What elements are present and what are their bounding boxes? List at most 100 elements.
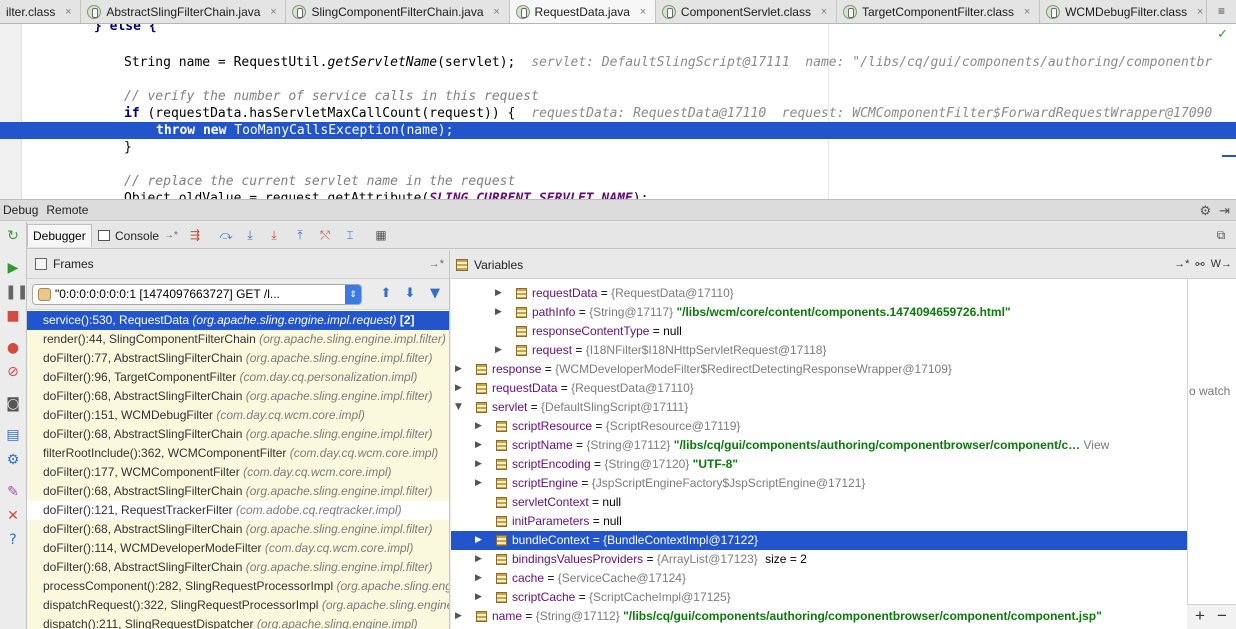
show-execution-point-icon[interactable]: ⇶ xyxy=(187,228,203,243)
variable-row[interactable]: servletContext = null xyxy=(451,493,1187,512)
frame-item[interactable]: doFilter():151, WCMDebugFilter (com.day.… xyxy=(27,406,449,425)
tab-console[interactable]: Console →* xyxy=(93,224,183,247)
variables-pin[interactable]: →* xyxy=(1174,258,1189,271)
drop-frame-icon[interactable]: ⤲ xyxy=(317,228,333,243)
stop-icon[interactable]: ■ xyxy=(5,308,21,324)
gear-icon[interactable]: ⚙ xyxy=(1199,203,1211,219)
frame-item[interactable]: doFilter():68, AbstractSlingFilterChain … xyxy=(27,558,449,577)
frame-item[interactable]: doFilter():68, AbstractSlingFilterChain … xyxy=(27,482,449,501)
variable-row[interactable]: responseContentType = null xyxy=(451,322,1187,341)
editor-tab[interactable]: SlingComponentFilterChain.java × xyxy=(286,0,510,23)
variable-row[interactable]: ▼ servlet = {DefaultSlingScript@17111} xyxy=(451,398,1187,417)
frame-item[interactable]: dispatch():211, SlingRequestDispatcher (… xyxy=(27,615,449,629)
frame-item[interactable]: doFilter():68, AbstractSlingFilterChain … xyxy=(27,425,449,444)
close-tab-icon[interactable]: × xyxy=(1021,6,1033,18)
variable-row[interactable]: ▶ scriptEngine = {JspScriptEngineFactory$… xyxy=(451,474,1187,493)
expand-arrow-icon[interactable]: ▶ xyxy=(495,303,505,322)
frame-item[interactable]: doFilter():121, RequestTrackerFilter (co… xyxy=(27,501,449,520)
editor-tab[interactable]: AbstractSlingFilterChain.java × xyxy=(81,0,287,23)
expand-arrow-icon[interactable]: ▶ xyxy=(495,284,505,303)
view-link[interactable]: View xyxy=(1083,438,1109,452)
expand-arrow-icon[interactable]: ▶ xyxy=(455,360,465,379)
close-tab-icon[interactable]: × xyxy=(637,6,649,18)
frames-pin[interactable]: →* xyxy=(429,258,444,270)
frame-item[interactable]: processComponent():282, SlingRequestProc… xyxy=(27,577,449,596)
variable-row[interactable]: ▶ bindingsValuesProviders = {ArrayList@17… xyxy=(451,550,1187,569)
frame-item[interactable]: filterRootInclude():362, WCMComponentFil… xyxy=(27,444,449,463)
scrollbar-marker[interactable] xyxy=(1222,155,1236,157)
variable-row[interactable]: ▶ scriptResource = {ScriptResource@17119} xyxy=(451,417,1187,436)
expand-arrow-icon[interactable]: ▶ xyxy=(475,588,485,607)
expand-arrow-icon[interactable]: ▶ xyxy=(475,436,485,455)
variable-row[interactable]: ▶ scriptName = {String@17112} "/libs/cq/g… xyxy=(451,436,1187,455)
run-to-cursor-icon[interactable]: ⌶ xyxy=(342,228,358,243)
layout-icon[interactable]: ▤ xyxy=(5,427,21,443)
editor-tab[interactable]: RequestData.java × xyxy=(509,0,656,23)
add-watch-button[interactable]: + xyxy=(1195,606,1205,626)
editor-tab[interactable]: TargetComponentFilter.class × xyxy=(837,0,1041,23)
step-over-icon[interactable]: ⤼ xyxy=(218,228,234,243)
close-icon[interactable]: ✕ xyxy=(5,508,21,524)
settings-icon[interactable]: ⚙ xyxy=(5,452,21,468)
watches-icon[interactable]: ⚯ xyxy=(1195,258,1204,271)
expand-arrow-icon[interactable]: ▶ xyxy=(475,569,485,588)
variable-row[interactable]: ▶ scriptEncoding = {String@17120} "UTF-8" xyxy=(451,455,1187,474)
frame-item[interactable]: doFilter():77, AbstractSlingFilterChain … xyxy=(27,349,449,368)
expand-arrow-icon[interactable]: ▶ xyxy=(455,379,465,398)
variable-row[interactable]: ▶ requestData = {RequestData@17110} xyxy=(451,284,1187,303)
resume-icon[interactable]: ▶ xyxy=(5,260,21,276)
code-editor[interactable]: } else { String name = RequestUtil.getSe… xyxy=(0,24,1236,199)
step-into-icon[interactable]: ⤓ xyxy=(242,228,258,243)
expand-arrow-icon[interactable]: ▶ xyxy=(455,607,465,626)
watches-tab[interactable]: W→ xyxy=(1211,258,1232,271)
evaluate-expression-icon[interactable]: ▦ xyxy=(373,228,389,243)
variable-row[interactable]: ▶ requestData = {RequestData@17110} xyxy=(451,379,1187,398)
expand-arrow-icon[interactable]: ▶ xyxy=(475,474,485,493)
variable-row[interactable]: ▶ cache = {ServiceCache@17124} xyxy=(451,569,1187,588)
expand-arrow-icon[interactable]: ▶ xyxy=(475,455,485,474)
editor-tab[interactable]: ComponentServlet.class × xyxy=(656,0,837,23)
camera-icon[interactable]: ◙ xyxy=(5,396,21,412)
variable-row[interactable]: ▶ request = {I18NFilter$I18NHttpServletRe… xyxy=(451,341,1187,360)
pin-icon[interactable]: ✎ xyxy=(5,484,21,500)
remove-watch-button[interactable]: − xyxy=(1217,606,1227,626)
run-config-tab[interactable]: Remote xyxy=(46,203,88,217)
editor-tab[interactable]: WCMDebugFilter.class × xyxy=(1040,0,1214,23)
collapse-arrow-icon[interactable]: ▼ xyxy=(455,398,465,417)
arrow-down-icon[interactable]: ⬇ xyxy=(402,286,418,302)
tab-console-pin[interactable]: →* xyxy=(164,230,178,241)
expand-arrow-icon[interactable]: ▶ xyxy=(475,531,485,550)
expand-arrow-icon[interactable]: ▶ xyxy=(495,341,505,360)
frame-item[interactable]: service():530, RequestData (org.apache.s… xyxy=(27,311,449,330)
tab-overflow-button[interactable]: ≡ xyxy=(1206,0,1236,23)
close-tab-icon[interactable]: × xyxy=(267,6,279,18)
rerun-icon[interactable]: ↻ xyxy=(5,228,21,244)
variable-row[interactable]: ▶ bundleContext = {BundleContextImpl@1712… xyxy=(451,531,1187,550)
arrow-up-icon[interactable]: ⬆ xyxy=(378,286,394,302)
chevron-down-icon[interactable]: ⇕ xyxy=(345,285,361,304)
frame-item[interactable]: doFilter():96, TargetComponentFilter (co… xyxy=(27,368,449,387)
frame-item[interactable]: doFilter():114, WCMDeveloperModeFilter (… xyxy=(27,539,449,558)
step-out-icon[interactable]: ⤒ xyxy=(292,228,308,243)
frame-item[interactable]: doFilter():177, WCMComponentFilter (com.… xyxy=(27,463,449,482)
close-tab-icon[interactable]: × xyxy=(1194,6,1206,18)
expand-arrow-icon[interactable]: ▶ xyxy=(475,550,485,569)
close-tab-icon[interactable]: × xyxy=(491,6,503,18)
variable-row[interactable]: ▶ name = {String@17112} "/libs/cq/gui/com… xyxy=(451,607,1187,626)
close-tab-icon[interactable]: × xyxy=(818,6,830,18)
frame-item[interactable]: doFilter():68, AbstractSlingFilterChain … xyxy=(27,520,449,539)
pause-icon[interactable]: ❚❚ xyxy=(5,284,28,300)
watches-divider[interactable] xyxy=(1187,279,1188,629)
tab-debugger[interactable]: Debugger xyxy=(27,224,92,247)
variable-row[interactable]: ▶ response = {WCMDeveloperModeFilter$Redi… xyxy=(451,360,1187,379)
variable-row[interactable]: ▶ pathInfo = {String@17117} "/libs/wcm/co… xyxy=(451,303,1187,322)
close-tab-icon[interactable]: × xyxy=(62,6,74,18)
view-breakpoints-icon[interactable]: ● xyxy=(5,340,21,356)
thread-select[interactable]: "0:0:0:0:0:0:0:1 [1474097663727] GET /l.… xyxy=(32,284,362,305)
help-icon[interactable]: ? xyxy=(5,532,21,548)
variable-row[interactable]: initParameters = null xyxy=(451,512,1187,531)
restore-layout-icon[interactable]: ⧉ xyxy=(1213,228,1229,243)
frame-item[interactable]: doFilter():68, AbstractSlingFilterChain … xyxy=(27,387,449,406)
hide-icon[interactable]: ⇥ xyxy=(1219,203,1230,219)
force-step-into-icon[interactable]: ⤓ xyxy=(266,228,282,243)
